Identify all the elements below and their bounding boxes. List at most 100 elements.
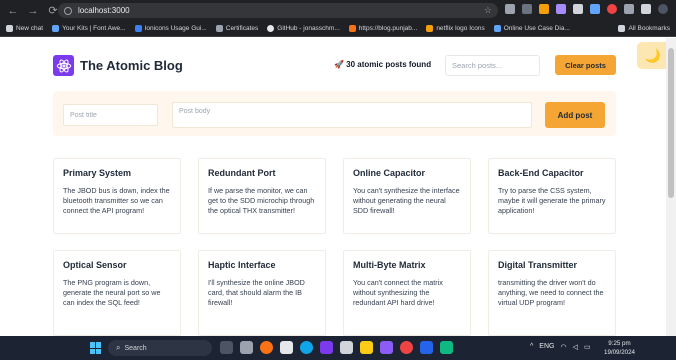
extension-icon[interactable]: [573, 4, 583, 14]
post-card: Multi-Byte Matrix You can't connect the …: [343, 250, 471, 336]
wifi-icon[interactable]: ◠: [560, 343, 566, 351]
url-text: localhost:3000: [78, 6, 130, 15]
add-post-button[interactable]: Add post: [545, 102, 605, 128]
sidebar-icon[interactable]: [641, 4, 651, 14]
post-body: The PNG program is down, generate the ne…: [63, 278, 161, 307]
dark-mode-toggle[interactable]: 🌙: [637, 42, 669, 69]
taskbar-search[interactable]: ⌕ Search: [108, 340, 212, 356]
taskbar-apps: [220, 341, 453, 354]
app-icon[interactable]: [340, 341, 353, 354]
extension-icon[interactable]: [522, 4, 532, 14]
folder-icon: [618, 25, 626, 32]
clock[interactable]: 9:25 pm 19/09/2024: [604, 339, 635, 357]
post-title: Digital Transmitter: [498, 260, 578, 270]
extension-icon[interactable]: [539, 4, 549, 14]
app-icon[interactable]: [280, 341, 293, 354]
edge-icon[interactable]: [300, 341, 313, 354]
extensions-bar: ⋮: [505, 4, 676, 14]
taskbar: ⌕ Search ^ ENG ◠ ◁ ▭ 9:25 pm 19/09/2024: [0, 336, 676, 360]
bookmark-item[interactable]: netflix logo Icons: [426, 25, 485, 32]
extension-icon[interactable]: [607, 4, 617, 14]
page-scrollbar[interactable]: [666, 38, 676, 336]
page: The Atomic Blog 🚀 30 atomic posts found …: [0, 38, 676, 336]
bookmark-favicon-icon: [348, 25, 356, 32]
post-card: Optical Sensor The PNG program is down, …: [53, 250, 181, 336]
vscode-icon[interactable]: [420, 341, 433, 354]
clock-date: 19/09/2024: [604, 349, 635, 356]
post-title: Multi-Byte Matrix: [353, 260, 426, 270]
bookmark-item[interactable]: https://blog.punjab...: [348, 25, 417, 32]
post-card: Digital Transmitter transmitting the dri…: [488, 250, 616, 336]
github-icon: [267, 25, 275, 32]
search-input[interactable]: [445, 55, 540, 76]
post-title: Haptic Interface: [208, 260, 276, 270]
brand-title: The Atomic Blog: [80, 58, 183, 73]
app-icon[interactable]: [440, 341, 453, 354]
post-title: Online Capacitor: [353, 168, 426, 178]
bookmark-item[interactable]: GitHub - jonasschm...: [267, 25, 340, 32]
post-card: Primary System The JBOD bus is down, ind…: [53, 158, 181, 234]
post-card: Redundant Port If we parse the monitor, …: [198, 158, 326, 234]
post-count: 🚀 30 atomic posts found: [334, 60, 432, 69]
post-body: Try to parse the CSS system, maybe it wi…: [498, 186, 606, 215]
bookmark-favicon-icon: [134, 25, 142, 32]
atom-icon: [53, 55, 74, 76]
app-icon[interactable]: [380, 341, 393, 354]
lang-indicator[interactable]: ENG: [539, 343, 554, 351]
profile-avatar[interactable]: [658, 4, 668, 14]
post-body: The JBOD bus is down, index the bluetoot…: [63, 186, 170, 215]
bookmark-item[interactable]: New chat: [6, 25, 43, 32]
post-card: Online Capacitor You can't synthesize th…: [343, 158, 471, 234]
post-title: Optical Sensor: [63, 260, 127, 270]
forward-icon[interactable]: →: [26, 4, 40, 18]
back-icon[interactable]: ←: [6, 4, 20, 18]
post-card: Haptic Interface I'll synthesize the onl…: [198, 250, 326, 336]
extension-icon[interactable]: [590, 4, 600, 14]
firefox-icon[interactable]: [260, 341, 273, 354]
moon-icon: 🌙: [644, 47, 662, 63]
post-title: Redundant Port: [208, 168, 276, 178]
battery-icon[interactable]: ▭: [584, 343, 591, 351]
post-body: If we parse the monitor, we can get to t…: [208, 186, 315, 215]
bookmark-item[interactable]: Certificates: [215, 25, 258, 32]
volume-icon[interactable]: ◁: [573, 343, 578, 351]
bookmark-favicon-icon: [6, 25, 13, 32]
extension-icon[interactable]: [505, 4, 515, 14]
task-view-icon[interactable]: [220, 341, 233, 354]
post-title: Back-End Capacitor: [498, 168, 584, 178]
post-card: Back-End Capacitor Try to parse the CSS …: [488, 158, 616, 234]
post-title-input[interactable]: [63, 104, 158, 126]
bookmark-star-icon[interactable]: ☆: [484, 5, 492, 16]
windows-start-icon[interactable]: [90, 342, 102, 354]
post-title: Primary System: [63, 168, 132, 178]
header: The Atomic Blog 🚀 30 atomic posts found …: [53, 55, 616, 77]
all-bookmarks[interactable]: All Bookmarks: [618, 25, 670, 32]
bookmark-favicon-icon: [493, 25, 501, 32]
address-bar[interactable]: localhost:3000 ☆: [58, 3, 498, 18]
chevron-up-icon[interactable]: ^: [530, 343, 533, 351]
puzzle-icon[interactable]: [624, 4, 634, 14]
site-info-icon[interactable]: [64, 6, 72, 15]
clear-posts-button[interactable]: Clear posts: [555, 55, 616, 75]
extension-icon[interactable]: [556, 4, 566, 14]
bookmarks-bar: New chat Your Kits | Font Awe... Ionicon…: [0, 21, 676, 37]
files-icon[interactable]: [240, 341, 253, 354]
post-body: You can't synthesize the interface witho…: [353, 186, 460, 215]
bookmark-favicon-icon: [52, 25, 60, 32]
post-body: I'll synthesize the online JBOD card, th…: [208, 278, 305, 307]
bookmark-item[interactable]: Ionicons Usage Gui...: [134, 25, 207, 32]
bookmark-item[interactable]: Your Kits | Font Awe...: [52, 25, 126, 32]
bookmark-favicon-icon: [426, 25, 434, 32]
system-tray: ^ ENG ◠ ◁ ▭: [530, 343, 591, 351]
add-post-form: Add post: [53, 91, 616, 136]
post-body: transmitting the driver won't do anythin…: [498, 278, 604, 307]
file-explorer-icon[interactable]: [360, 341, 373, 354]
clock-time: 9:25 pm: [608, 340, 631, 347]
app-icon[interactable]: [320, 341, 333, 354]
post-body-input[interactable]: [172, 102, 532, 128]
scrollbar-thumb[interactable]: [668, 48, 674, 198]
post-body: You can't connect the matrix without syn…: [353, 278, 443, 307]
bookmark-item[interactable]: Online Use Case Dia...: [493, 25, 570, 32]
browser-toolbar: ← → ⟳ localhost:3000 ☆ ⋮: [0, 0, 676, 21]
chrome-icon[interactable]: [400, 341, 413, 354]
